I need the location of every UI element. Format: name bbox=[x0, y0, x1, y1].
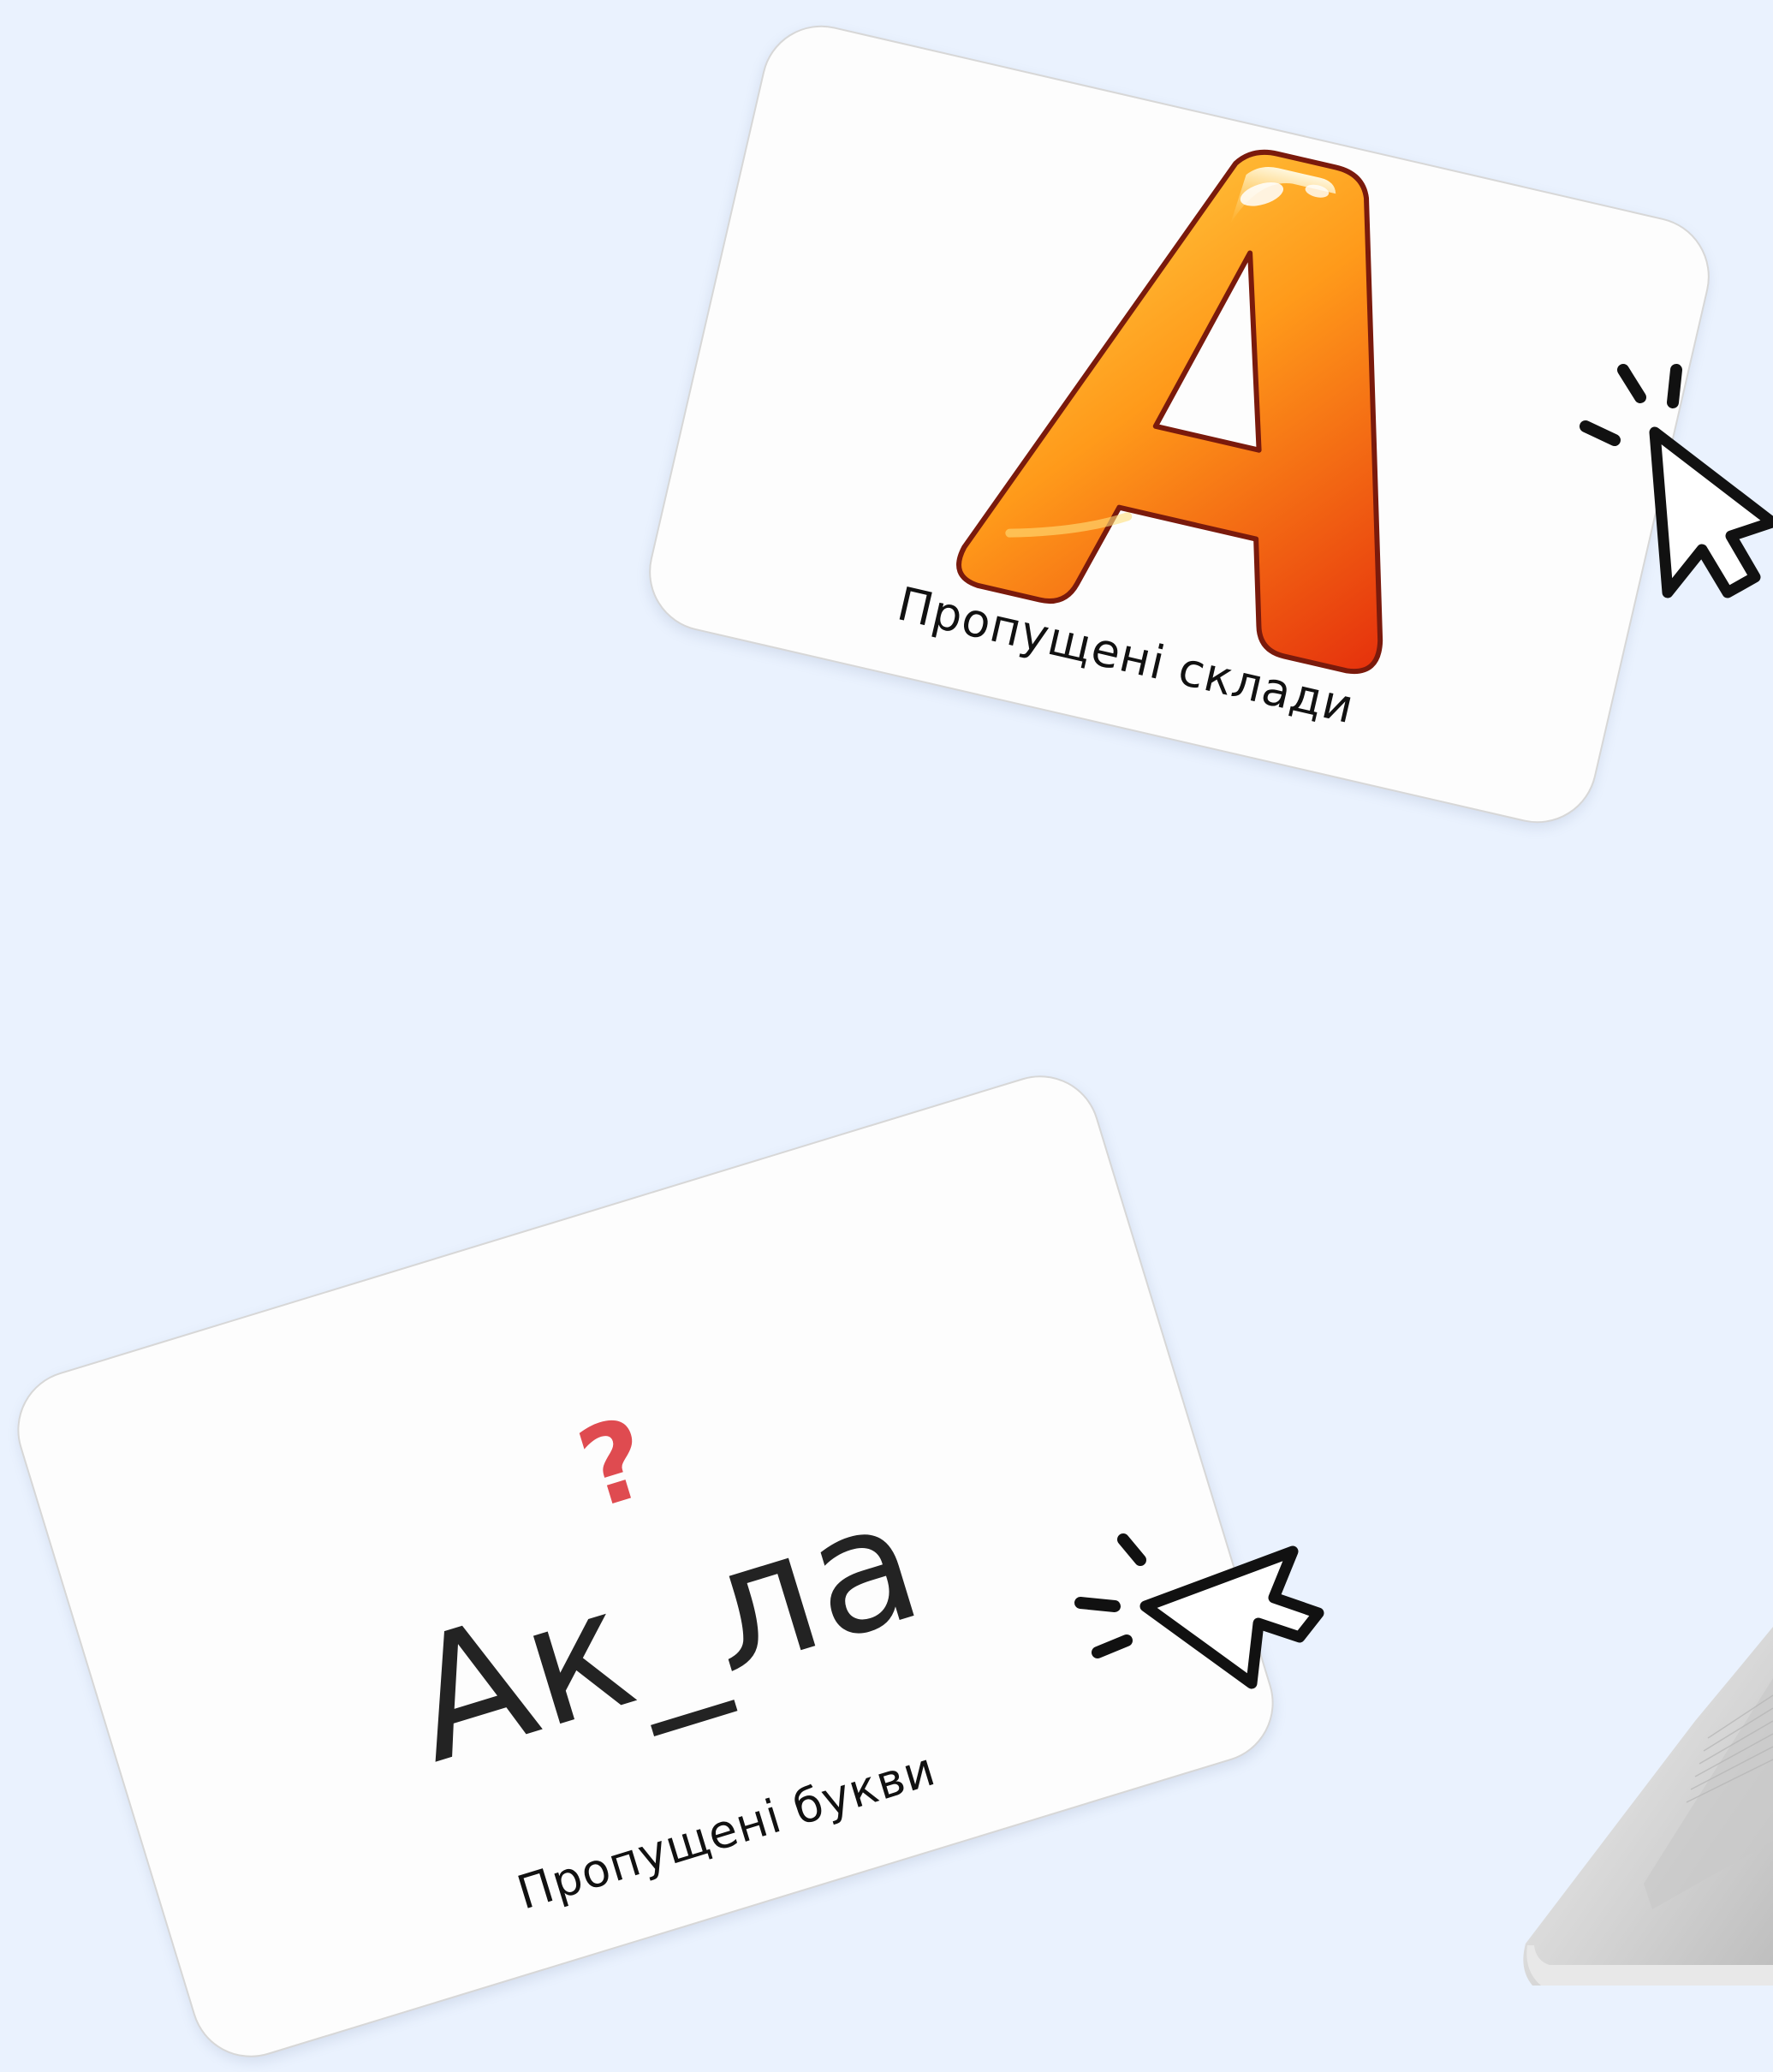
card-missing-syllables[interactable]: Пропущені склади bbox=[637, 13, 1722, 836]
click-cursor-icon bbox=[1074, 1533, 1324, 1689]
laptop-image bbox=[1523, 1627, 1773, 1986]
click-cursor-icon bbox=[1580, 364, 1773, 598]
